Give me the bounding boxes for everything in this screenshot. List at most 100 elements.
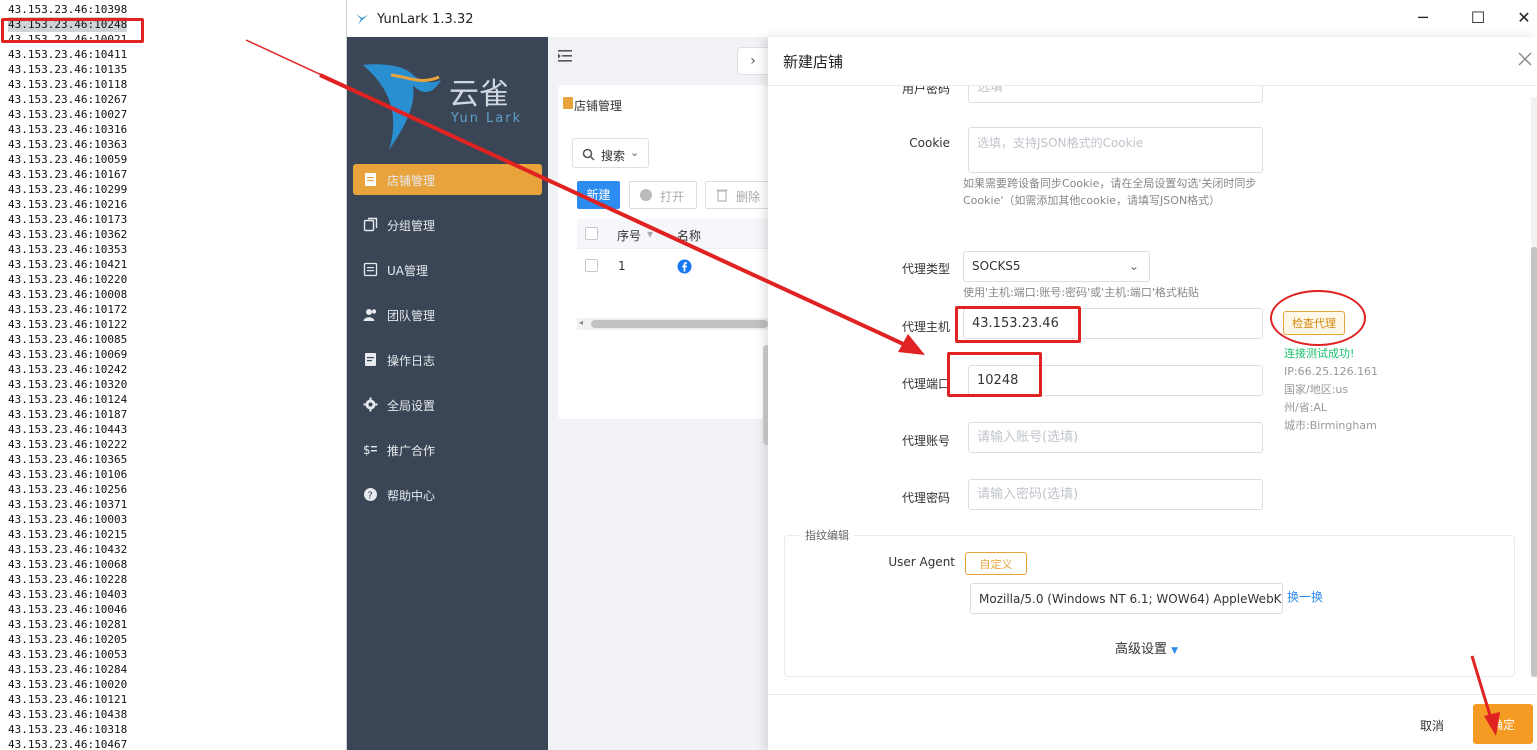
proxy-password-input[interactable]	[968, 479, 1263, 510]
proxy-list-line: 43.153.23.46:10053	[8, 648, 128, 661]
result-ip: IP:66.25.126.161	[1284, 365, 1379, 378]
sidebar-item-ua-management[interactable]: UA管理	[353, 254, 542, 285]
brand-name-cn: 云雀	[449, 77, 509, 112]
cookie-textarea[interactable]	[968, 127, 1263, 173]
document-icon	[365, 173, 376, 186]
facebook-icon	[677, 259, 692, 274]
cancel-button[interactable]: 取消	[1408, 707, 1456, 743]
document-icon	[563, 97, 573, 109]
proxy-list-line: 43.153.23.46:10122	[8, 318, 128, 331]
help-icon: ?	[364, 488, 377, 502]
screen: 43.153.23.46:10398 43.153.23.46:10248 43.1…	[0, 0, 1537, 750]
caret-down-icon: ▼	[1171, 646, 1179, 656]
result-status: 连接测试成功!	[1284, 347, 1355, 360]
proxy-list-line: 43.153.23.46:10242	[8, 363, 128, 376]
sidebar-item-operation-log[interactable]: 操作日志	[353, 344, 542, 375]
open-shop-button[interactable]: 打开	[629, 181, 697, 209]
open-button-label: 打开	[660, 190, 685, 204]
yunlark-window: YunLark 1.3.32 ─ ☐ ✕ 云雀 Yun Lark 店铺管理 分组…	[346, 0, 1537, 750]
proxy-list-line: 43.153.23.46:10443	[8, 423, 128, 436]
proxy-account-input[interactable]	[968, 422, 1263, 453]
proxy-list-line: 43.153.23.46:10106	[8, 468, 128, 481]
card-title: 店铺管理	[574, 99, 623, 113]
row-index: 1	[618, 259, 626, 273]
sidebar-item-label: 操作日志	[387, 354, 436, 368]
open-icon	[640, 189, 652, 201]
fingerprint-legend: 指纹编辑	[799, 527, 855, 543]
delete-shop-button[interactable]: 删除	[705, 181, 768, 209]
sidebar-item-team-management[interactable]: 团队管理	[353, 299, 542, 330]
proxy-list-line: 43.153.23.46:10281	[8, 618, 128, 631]
proxy-list-line: 43.153.23.46:10222	[8, 438, 128, 451]
proxy-list-line: 43.153.23.46:10228	[8, 573, 128, 586]
proxy-list-line: 43.153.23.46:10069	[8, 348, 128, 361]
advanced-settings-toggle[interactable]: 高级设置 ▼	[1115, 638, 1178, 657]
menu-collapse-icon[interactable]	[558, 49, 574, 63]
sidebar-item-shop-management[interactable]: 店铺管理	[353, 164, 542, 195]
list-icon	[363, 262, 378, 277]
user-password-input[interactable]	[968, 86, 1263, 103]
row-checkbox[interactable]	[585, 259, 598, 272]
scrollbar-thumb[interactable]	[1531, 247, 1537, 677]
table-header: 序号 ▾ 名称	[577, 219, 768, 249]
scrollbar-thumb[interactable]	[591, 320, 768, 328]
result-country: 国家/地区:us	[1284, 383, 1349, 396]
proxy-check-result: 连接测试成功! IP:66.25.126.161 国家/地区:us 州/省:AL…	[1284, 345, 1378, 435]
horizontal-scrollbar[interactable]: ◂	[577, 318, 768, 330]
column-name: 名称	[677, 229, 702, 243]
select-all-checkbox[interactable]	[585, 227, 598, 240]
proxy-list-line: 43.153.23.46:10121	[8, 693, 128, 706]
search-icon	[582, 148, 595, 161]
proxy-list-line: 43.153.23.46:10220	[8, 273, 128, 286]
proxy-list-line: 43.153.23.46:10284	[8, 663, 128, 676]
custom-ua-button[interactable]: 自定义	[965, 552, 1027, 575]
field-label: 用户密码	[901, 86, 950, 96]
sidebar-item-help-center[interactable]: ? 帮助中心	[353, 479, 542, 510]
new-shop-drawer: 新建店铺 用户密码 Cookie 如果需要跨设备同步Cookie，请在全局设置勾…	[768, 37, 1537, 750]
proxy-list-line: 43.153.23.46:10256	[8, 483, 128, 496]
chevron-down-icon: ⌄	[1128, 259, 1139, 273]
scroll-left-icon[interactable]: ◂	[579, 318, 583, 327]
close-window-button[interactable]: ✕	[1514, 8, 1534, 28]
proxy-list-line: 43.153.23.46:10267	[8, 93, 128, 106]
confirm-button[interactable]: 确定	[1473, 704, 1533, 744]
proxy-host-label: 代理主机	[901, 320, 950, 334]
svg-text:$: $	[363, 443, 371, 457]
brand-name-en: Yun Lark	[451, 111, 523, 126]
sidebar-item-label: UA管理	[387, 264, 428, 278]
swap-ua-link[interactable]: 换一换	[1287, 588, 1323, 605]
user-agent-input[interactable]	[970, 583, 1283, 614]
proxy-list-line: 43.153.23.46:10320	[8, 378, 128, 391]
yunlark-logo-icon	[356, 14, 368, 25]
drawer-title: 新建店铺	[783, 53, 844, 71]
proxy-list-line: 43.153.23.46:10299	[8, 183, 128, 196]
table-row[interactable]: 1	[577, 249, 768, 283]
new-shop-button[interactable]: 新建	[577, 181, 620, 209]
drawer-scrollbar[interactable]	[1531, 97, 1537, 677]
proxy-list-line: 43.153.23.46:10003	[8, 513, 128, 526]
trash-icon	[716, 189, 728, 202]
proxy-list-line: 43.153.23.46:10118	[8, 78, 128, 91]
maximize-button[interactable]: ☐	[1468, 8, 1488, 28]
sidebar-item-label: 店铺管理	[387, 174, 436, 188]
shop-management-card: 店铺管理 搜索 ⌄ 新建 打开 删除 序号 ▾ 名称 1 ◂	[558, 85, 768, 419]
sidebar-item-label: 全局设置	[387, 399, 436, 413]
close-icon[interactable]	[1517, 51, 1533, 67]
proxy-list-line: 43.153.23.46:10059	[8, 153, 128, 166]
column-index[interactable]: 序号	[617, 227, 641, 244]
log-icon	[365, 353, 376, 366]
proxy-list-line: 43.153.23.46:10187	[8, 408, 128, 421]
chevron-right-icon[interactable]: ›	[737, 47, 769, 75]
sort-icon[interactable]: ▾	[647, 227, 653, 241]
sidebar-item-global-settings[interactable]: 全局设置	[353, 389, 542, 420]
search-button[interactable]: 搜索 ⌄	[572, 138, 649, 168]
sidebar-item-group-management[interactable]: 分组管理	[353, 209, 542, 240]
sidebar-item-label: 推广合作	[387, 444, 436, 458]
cookie-hint: 如果需要跨设备同步Cookie，请在全局设置勾选'关闭时同步Cookie'（如需…	[963, 177, 1257, 207]
sidebar-item-promotion[interactable]: $ 推广合作	[353, 434, 542, 465]
proxy-type-select[interactable]: SOCKS5 ⌄	[963, 251, 1150, 282]
minimize-button[interactable]: ─	[1413, 8, 1433, 28]
proxy-list-line: 43.153.23.46:10411	[8, 48, 128, 61]
proxy-list-editor[interactable]: 43.153.23.46:10398 43.153.23.46:10248 43.1…	[0, 0, 346, 750]
drawer-body: 用户密码 Cookie 如果需要跨设备同步Cookie，请在全局设置勾选'关闭时…	[768, 86, 1530, 694]
